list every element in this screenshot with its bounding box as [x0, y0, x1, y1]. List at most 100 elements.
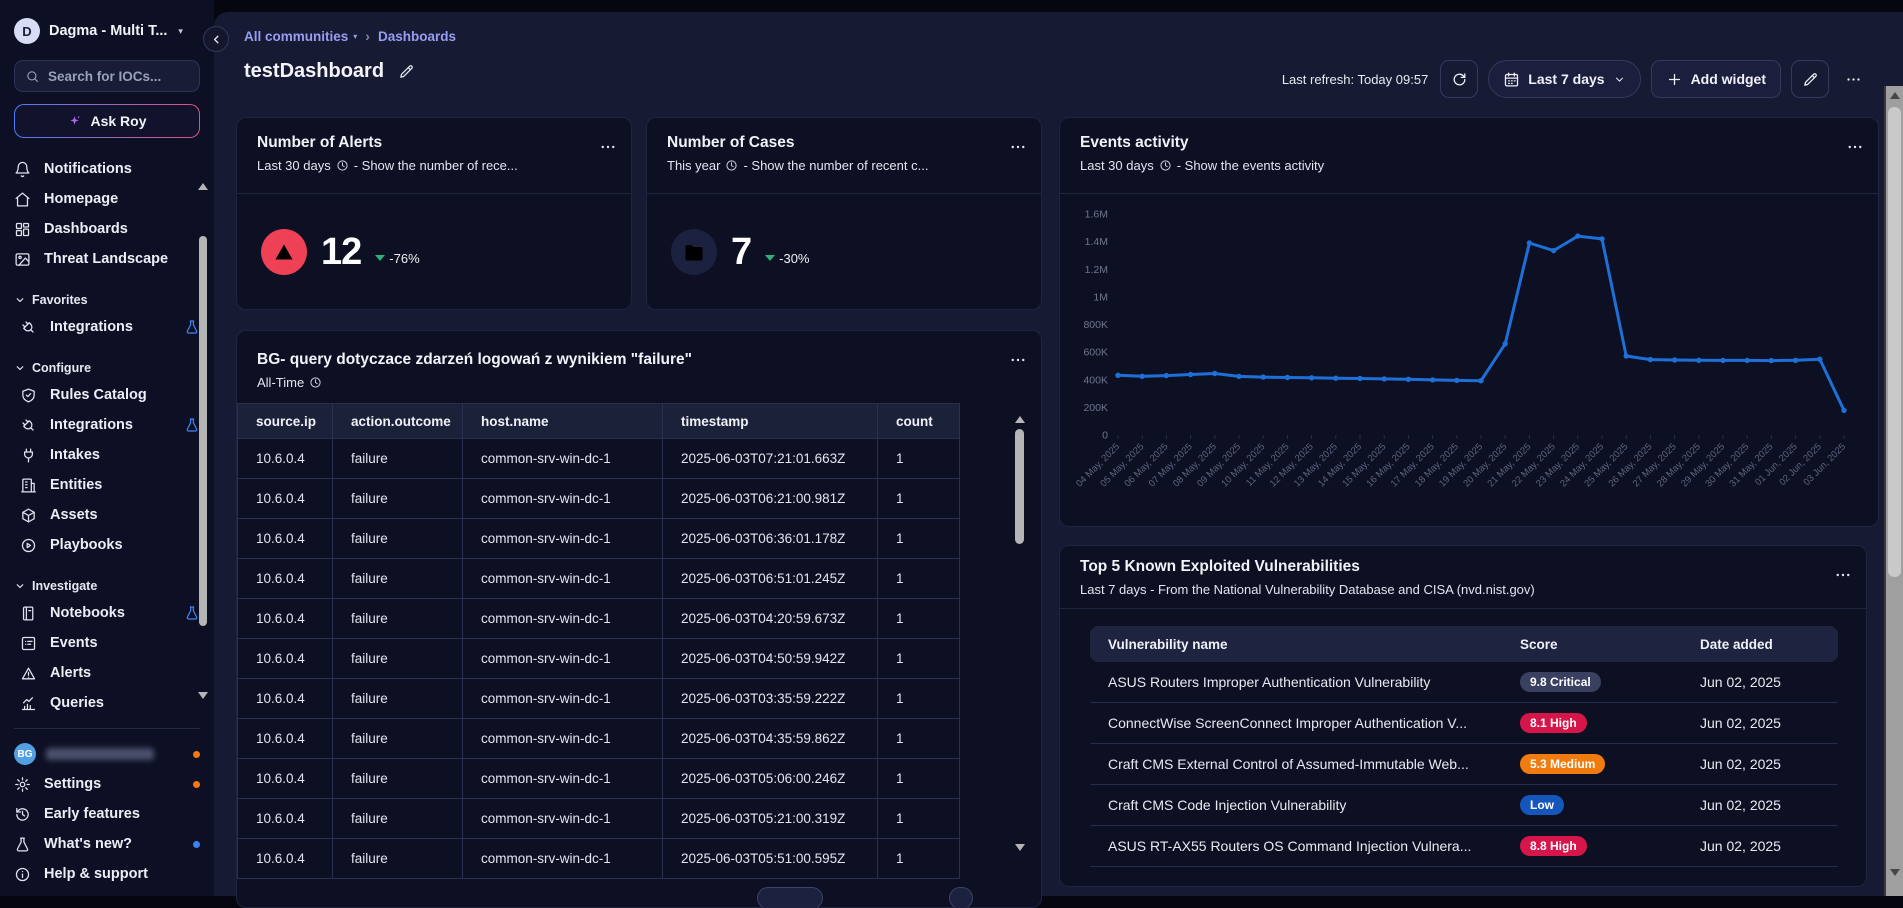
breadcrumb-dashboards[interactable]: Dashboards	[378, 29, 456, 44]
ioc-search[interactable]	[14, 60, 200, 92]
pagination-control[interactable]	[757, 887, 823, 908]
sidebar-item-queries[interactable]: Queries	[0, 688, 214, 718]
sidebar-item-intakes[interactable]: Intakes	[0, 440, 214, 470]
svg-text:1.4M: 1.4M	[1085, 236, 1108, 248]
widget-menu-button[interactable]	[1834, 566, 1852, 584]
sidebar-item-alerts[interactable]: Alerts	[0, 658, 214, 688]
vulnerability-row[interactable]: ConnectWise ScreenConnect Improper Authe…	[1090, 703, 1838, 744]
table-row[interactable]: 10.6.0.4failurecommon-srv-win-dc-12025-0…	[238, 559, 960, 599]
table-row[interactable]: 10.6.0.4failurecommon-srv-win-dc-12025-0…	[238, 519, 960, 559]
calendar-icon	[1503, 71, 1520, 88]
sidebar-section-configure[interactable]: Configure	[0, 356, 214, 380]
column-header-count[interactable]: count	[878, 404, 960, 439]
scroll-up-arrow[interactable]	[198, 183, 208, 190]
list-icon	[20, 635, 37, 652]
sidebar-item-threat-landscape[interactable]: Threat Landscape	[0, 244, 214, 274]
workspace-switcher[interactable]: D Dagma - Multi T... ▾	[0, 0, 214, 44]
sidebar-item-integrations[interactable]: Integrations	[0, 312, 214, 342]
column-header-timestamp[interactable]: timestamp	[663, 404, 878, 439]
vulnerabilities-table-header: Vulnerability name Score Date added	[1090, 626, 1838, 662]
table-row[interactable]: 10.6.0.4failurecommon-srv-win-dc-12025-0…	[238, 639, 960, 679]
table-row[interactable]: 10.6.0.4failurecommon-srv-win-dc-12025-0…	[238, 439, 960, 479]
widget-menu-button[interactable]	[1009, 351, 1027, 369]
sidebar-collapse-button[interactable]	[203, 26, 229, 52]
sidebar-item-settings[interactable]: Settings	[0, 769, 214, 799]
column-header-source-ip[interactable]: source.ip	[238, 404, 333, 439]
chevdown-icon	[14, 362, 26, 374]
column-header-host-name[interactable]: host.name	[463, 404, 663, 439]
scroll-down-arrow[interactable]	[1015, 844, 1025, 851]
dashboard-more-menu[interactable]	[1839, 60, 1867, 98]
sidebar-item-homepage[interactable]: Homepage	[0, 184, 214, 214]
ask-roy-button[interactable]: Ask Roy	[14, 104, 200, 138]
sidebar-item-assets[interactable]: Assets	[0, 500, 214, 530]
scroll-down-arrow[interactable]	[198, 692, 208, 699]
vulnerability-row[interactable]: ASUS RT-AX55 Routers OS Command Injectio…	[1090, 826, 1838, 867]
breadcrumb-community[interactable]: All communities ▾	[244, 29, 357, 44]
add-widget-button[interactable]: Add widget	[1651, 60, 1781, 98]
widget-description: - Show the number of rece...	[354, 158, 518, 173]
sidebar-divider	[14, 728, 200, 729]
scroll-up-arrow[interactable]	[1015, 416, 1025, 423]
vulnerability-row[interactable]: Craft CMS External Control of Assumed-Im…	[1090, 744, 1838, 785]
sidebar-item-playbooks[interactable]: Playbooks	[0, 530, 214, 560]
sidebar-item-rules-catalog[interactable]: Rules Catalog	[0, 380, 214, 410]
chevron-down-icon	[1613, 73, 1626, 86]
edit-dashboard-button[interactable]	[1791, 60, 1829, 98]
sidebar-item-integrations[interactable]: Integrations	[0, 410, 214, 440]
widget-menu-button[interactable]	[599, 138, 617, 156]
scrollbar-thumb[interactable]	[199, 236, 207, 626]
page-title: testDashboard	[244, 60, 384, 83]
widget-events-activity: Events activity Last 30 days - Show the …	[1059, 117, 1879, 527]
user-account-item[interactable]: BG	[0, 739, 214, 769]
sidebar-item-notebooks[interactable]: Notebooks	[0, 598, 214, 628]
sidebar-scrollbar[interactable]	[197, 183, 209, 718]
sidebar-item-notifications[interactable]: Notifications	[0, 154, 214, 184]
widget-timeframe: All-Time	[257, 375, 304, 390]
scrollbar-thumb[interactable]	[1888, 107, 1901, 577]
sidebar-item-events[interactable]: Events	[0, 628, 214, 658]
widget-menu-button[interactable]	[1846, 138, 1864, 156]
scroll-up-arrow[interactable]	[1890, 92, 1900, 99]
alerts-count: 12	[321, 231, 361, 274]
table-row[interactable]: 10.6.0.4failurecommon-srv-win-dc-12025-0…	[238, 679, 960, 719]
widget-title: Number of Cases	[667, 134, 1021, 152]
sidebar-section-investigate[interactable]: Investigate	[0, 574, 214, 598]
cases-delta: -30%	[779, 251, 809, 266]
scrollbar-thumb[interactable]	[1015, 429, 1024, 544]
edit-title-pencil-icon[interactable]	[398, 63, 415, 80]
table-row[interactable]: 10.6.0.4failurecommon-srv-win-dc-12025-0…	[238, 719, 960, 759]
caret-down-icon: ▾	[353, 32, 357, 41]
sidebar-sections: Favorites Integrations Configure Rules Ca…	[0, 288, 214, 718]
widget-title: Top 5 Known Exploited Vulnerabilities	[1080, 558, 1846, 576]
sidebar-item-entities[interactable]: Entities	[0, 470, 214, 500]
sidebar-item-dashboards[interactable]: Dashboards	[0, 214, 214, 244]
table-row[interactable]: 10.6.0.4failurecommon-srv-win-dc-12025-0…	[238, 799, 960, 839]
table-row[interactable]: 10.6.0.4failurecommon-srv-win-dc-12025-0…	[238, 759, 960, 799]
events-activity-chart: 1.6M1.4M1.2M1M800K600K400K200K004 May, 2…	[1060, 194, 1878, 526]
table-scrollbar[interactable]	[1013, 416, 1026, 861]
page-scrollbar[interactable]	[1884, 86, 1903, 896]
search-input[interactable]	[48, 69, 188, 84]
sidebar-item-help-support[interactable]: Help & support	[0, 859, 214, 889]
integrations-icon	[20, 319, 37, 336]
sidebar-section-favorites[interactable]: Favorites	[0, 288, 214, 312]
column-header-action-outcome[interactable]: action.outcome	[333, 404, 463, 439]
sidebar-item-what-s-new[interactable]: What's new?	[0, 829, 214, 859]
widget-number-of-alerts: Number of Alerts Last 30 days - Show the…	[236, 117, 632, 310]
vulnerability-row[interactable]: Craft CMS Code Injection Vulnerability L…	[1090, 785, 1838, 826]
main-content: All communities ▾ › Dashboards testDashb…	[214, 12, 1903, 896]
svg-text:400K: 400K	[1083, 374, 1108, 386]
table-row[interactable]: 10.6.0.4failurecommon-srv-win-dc-12025-0…	[238, 839, 960, 879]
sidebar-item-early-features[interactable]: Early features	[0, 799, 214, 829]
widget-menu-button[interactable]	[1009, 138, 1027, 156]
table-row[interactable]: 10.6.0.4failurecommon-srv-win-dc-12025-0…	[238, 479, 960, 519]
vulnerability-row[interactable]: ASUS Routers Improper Authentication Vul…	[1090, 662, 1838, 703]
history-icon	[14, 806, 31, 823]
pagination-control[interactable]	[949, 887, 973, 908]
scroll-down-arrow[interactable]	[1890, 869, 1900, 876]
user-avatar: BG	[14, 743, 36, 765]
refresh-button[interactable]	[1440, 60, 1478, 98]
table-row[interactable]: 10.6.0.4failurecommon-srv-win-dc-12025-0…	[238, 599, 960, 639]
time-range-selector[interactable]: Last 7 days	[1488, 60, 1640, 98]
